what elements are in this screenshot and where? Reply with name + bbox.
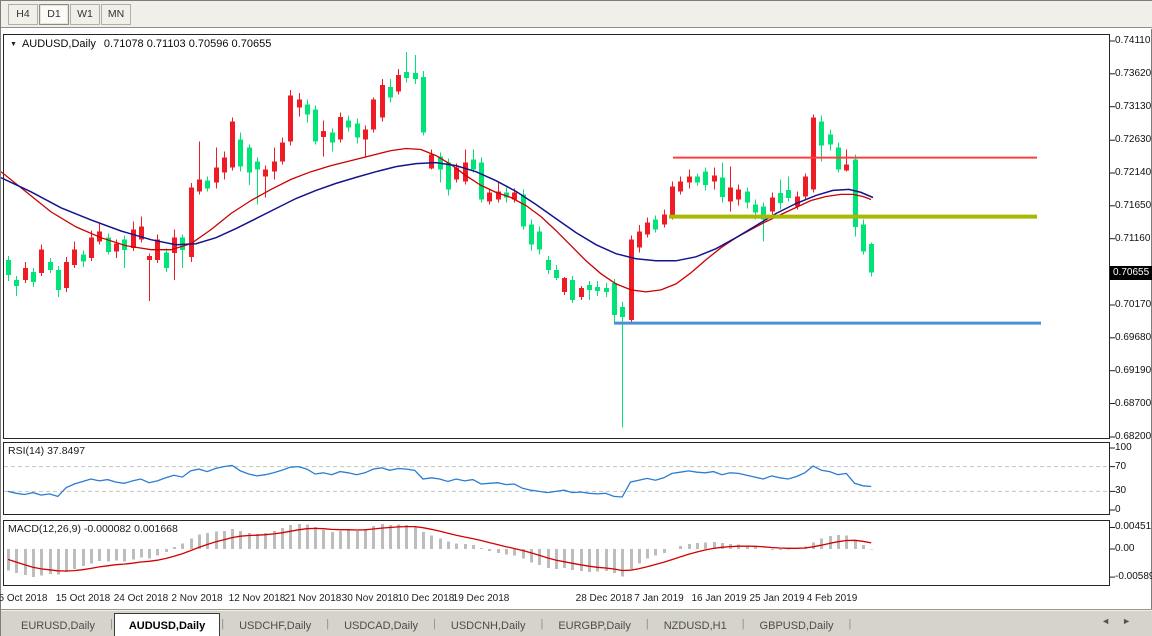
chart-symbol-label: AUDUSD,Daily (22, 38, 96, 50)
rsi-label: RSI(14) 37.8497 (8, 445, 85, 457)
symbol-dropdown-icon[interactable]: ▼ (10, 41, 17, 48)
date-label: 19 Dec 2018 (446, 593, 516, 604)
macd-tick: 0.004517 (1115, 521, 1152, 532)
tab-eurgbp-daily[interactable]: EURGBP,Daily (544, 615, 645, 636)
tab-nzdusd-h1[interactable]: NZDUSD,H1 (650, 615, 741, 636)
price-tick: 0.71650 (1115, 200, 1151, 211)
macd-tick: -0.005899 (1115, 571, 1152, 582)
terminal-window: H4D1W1MN ▼ AUDUSD,Daily 0.71078 0.71103 … (0, 0, 1152, 636)
price-tick: 0.72630 (1115, 134, 1151, 145)
price-tick: 0.74110 (1115, 35, 1150, 46)
tab-usdcnh-daily[interactable]: USDCNH,Daily (437, 615, 540, 636)
tab-scroll-arrows: ◄► (1101, 616, 1143, 626)
timeframe-button-mn[interactable]: MN (101, 4, 131, 25)
chart-tab-bar: EURUSD,Daily|AUDUSD,Daily|USDCHF,Daily|U… (1, 609, 1152, 636)
price-tick: 0.69680 (1115, 332, 1151, 343)
tab-scroll-right-icon[interactable]: ► (1122, 616, 1143, 626)
timeframe-button-w1[interactable]: W1 (70, 4, 100, 25)
rsi-tick: 100 (1115, 442, 1132, 453)
tab-audusd-daily[interactable]: AUDUSD,Daily (114, 613, 220, 636)
rsi-tick: 30 (1115, 485, 1126, 496)
macd-tick: 0.00 (1115, 543, 1134, 554)
current-price-badge: 0.70655 (1110, 266, 1152, 280)
tab-eurusd-daily[interactable]: EURUSD,Daily (7, 615, 109, 636)
chart-ohlc-values: 0.71078 0.71103 0.70596 0.70655 (104, 38, 271, 50)
tab-separator: | (848, 618, 853, 630)
timeframe-button-h4[interactable]: H4 (8, 4, 38, 25)
price-tick: 0.73620 (1115, 68, 1151, 79)
chart-title: ▼ AUDUSD,Daily 0.71078 0.71103 0.70596 0… (10, 38, 271, 50)
date-label: 4 Feb 2019 (797, 593, 867, 604)
price-tick: 0.72140 (1115, 167, 1151, 178)
tab-scroll-left-icon[interactable]: ◄ (1101, 616, 1122, 626)
price-tick: 0.68700 (1115, 398, 1151, 409)
price-chart-surface[interactable] (3, 34, 1110, 439)
price-tick: 0.69190 (1115, 365, 1151, 376)
price-tick: 0.71160 (1115, 233, 1150, 244)
rsi-panel (3, 442, 1110, 515)
price-tick: 0.70170 (1115, 299, 1151, 310)
tab-gbpusd-daily[interactable]: GBPUSD,Daily (746, 615, 848, 636)
rsi-tick: 0 (1115, 504, 1121, 515)
price-tick: 0.73130 (1115, 101, 1151, 112)
rsi-tick: 70 (1115, 461, 1126, 472)
timeframe-button-d1[interactable]: D1 (39, 4, 69, 25)
price-tick: 0.68200 (1115, 431, 1151, 442)
timeframe-toolbar: H4D1W1MN (1, 1, 1152, 28)
macd-label: MACD(12,26,9) -0.000082 0.001668 (8, 523, 178, 535)
tab-usdcad-daily[interactable]: USDCAD,Daily (330, 615, 432, 636)
tab-usdchf-daily[interactable]: USDCHF,Daily (225, 615, 325, 636)
